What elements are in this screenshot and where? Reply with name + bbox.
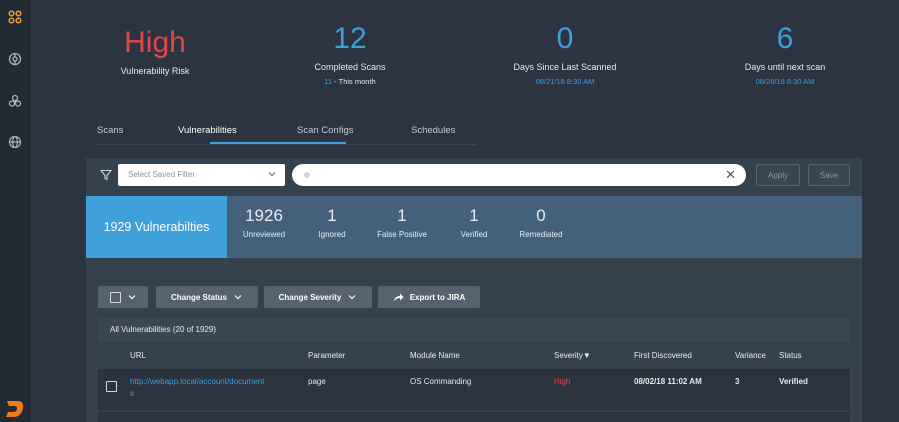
last-scan-date: 08/21/18 8:30 AM [535, 77, 595, 86]
table-row[interactable] [98, 411, 850, 422]
count-label: Ignored [318, 230, 346, 239]
change-severity-label: Change Severity [278, 292, 342, 302]
tab-scans[interactable]: Scans [97, 125, 123, 136]
count-ignored[interactable]: 1 Ignored [308, 206, 356, 239]
chevron-down-icon [128, 295, 135, 300]
tab-scan-configs[interactable]: Scan Configs [297, 125, 354, 136]
days-until-value: 6 [776, 22, 794, 55]
risk-value: High [124, 26, 186, 59]
apply-button[interactable]: Apply [756, 164, 800, 186]
biohazard-icon[interactable] [6, 92, 24, 110]
tab-bar: Scans Vulnerabilities Scan Configs Sched… [96, 122, 476, 144]
filter-icon[interactable] [99, 168, 113, 181]
risk-label: Vulnerability Risk [120, 66, 190, 76]
count-remediated[interactable]: 0 Remediated [510, 206, 572, 239]
save-button[interactable]: Save [808, 164, 850, 186]
count-value: 1926 [245, 206, 283, 225]
tab-schedules[interactable]: Schedules [411, 125, 455, 136]
row-first-discovered: 08/02/18 11:02 AM [634, 377, 702, 386]
bulk-actions-bar: Change Status Change Severity Export to … [86, 258, 862, 318]
change-status-button[interactable]: Change Status [156, 286, 258, 308]
row-variance: 3 [735, 377, 740, 386]
count-value: 1 [469, 206, 479, 225]
count-label: False Positive [377, 230, 427, 239]
select-all-checkbox[interactable] [109, 291, 121, 303]
column-header-module[interactable]: Module Name [410, 351, 460, 360]
row-status: Verified [779, 377, 808, 386]
apps-icon[interactable] [6, 8, 24, 26]
vulnerabilities-table: All Vulnerabilities (20 of 1929) URL Par… [98, 318, 850, 422]
completed-scans-value: 12 [333, 22, 367, 55]
row-severity: High [554, 377, 571, 386]
export-jira-button[interactable]: Export to JIRA [378, 286, 480, 308]
chevron-down-icon [234, 295, 242, 300]
column-header-parameter[interactable]: Parameter [308, 351, 345, 360]
filter-bar: Select Saved Filter ✕ Apply Save [86, 158, 862, 194]
completed-month-text: - This month [332, 77, 376, 86]
count-label: Verified [460, 230, 488, 239]
chevron-down-icon [348, 295, 356, 300]
column-header-severity[interactable]: Severity▼ [554, 351, 591, 360]
row-url-continued[interactable]: s [130, 389, 134, 398]
table-header: URL Parameter Module Name Severity▼ Firs… [98, 342, 850, 368]
total-vulnerabilities[interactable]: 1929 Vulnerabilties [86, 196, 227, 258]
column-header-url[interactable]: URL [130, 351, 146, 360]
table-title: All Vulnerabilities (20 of 1929) [98, 318, 850, 342]
sidebar [0, 0, 30, 422]
change-severity-button[interactable]: Change Severity [264, 286, 372, 308]
tab-vulnerabilities[interactable]: Vulnerabilities [178, 125, 237, 136]
count-value: 1 [327, 206, 337, 225]
count-unreviewed[interactable]: 1926 Unreviewed [236, 206, 292, 239]
days-since-value: 0 [556, 22, 574, 55]
vulnerabilities-panel: Select Saved Filter ✕ Apply Save 1929 Vu… [86, 158, 862, 422]
count-label: Remediated [519, 230, 563, 239]
search-dot-icon [304, 172, 310, 178]
row-module: OS Commanding [410, 377, 472, 386]
brand-logo[interactable] [3, 398, 27, 420]
completed-month-count: 11 [324, 77, 333, 86]
table-row[interactable]: http://webapp.local/account/document s p… [98, 368, 850, 410]
saved-filter-placeholder: Select Saved Filter [128, 170, 196, 179]
days-since-last-stat: 0 Days Since Last Scanned 08/21/18 8:30 … [495, 22, 635, 86]
days-since-label: Days Since Last Scanned [513, 62, 617, 72]
row-parameter: page [308, 377, 326, 386]
count-verified[interactable]: 1 Verified [448, 206, 500, 239]
row-checkbox[interactable] [106, 381, 117, 392]
column-header-first-discovered[interactable]: First Discovered [634, 351, 692, 360]
export-jira-label: Export to JIRA [409, 292, 466, 302]
days-until-label: Days until next scan [744, 62, 826, 72]
vulnerability-risk-stat: High Vulnerability Risk [100, 26, 210, 76]
next-scan-date: 08/28/18 8:30 AM [755, 77, 815, 86]
select-all-dropdown[interactable] [98, 286, 148, 308]
column-header-status[interactable]: Status [779, 351, 802, 360]
chevron-down-icon [267, 169, 277, 179]
count-value: 0 [536, 206, 546, 225]
share-arrow-icon [393, 293, 404, 301]
target-icon[interactable] [6, 50, 24, 68]
search-input[interactable]: ✕ [292, 164, 746, 186]
vulnerability-summary: 1929 Vulnerabilties 1926 Unreviewed 1 Ig… [86, 196, 862, 258]
column-header-variance[interactable]: Variance [735, 351, 766, 360]
globe-icon[interactable] [6, 133, 24, 151]
count-value: 1 [397, 206, 407, 225]
count-false-positive[interactable]: 1 False Positive [368, 206, 436, 239]
saved-filter-select[interactable]: Select Saved Filter [118, 164, 285, 186]
count-label: Unreviewed [242, 230, 286, 239]
completed-scans-stat: 12 Completed Scans 11 - This month [290, 22, 410, 86]
completed-scans-label: Completed Scans [314, 62, 386, 72]
clear-search-icon[interactable]: ✕ [725, 167, 736, 183]
days-until-next-stat: 6 Days until next scan 08/28/18 8:30 AM [725, 22, 845, 86]
row-url[interactable]: http://webapp.local/account/document [130, 377, 264, 386]
tab-divider [96, 144, 476, 145]
change-status-label: Change Status [170, 292, 227, 302]
completed-scans-sub: 11 - This month [290, 77, 410, 86]
